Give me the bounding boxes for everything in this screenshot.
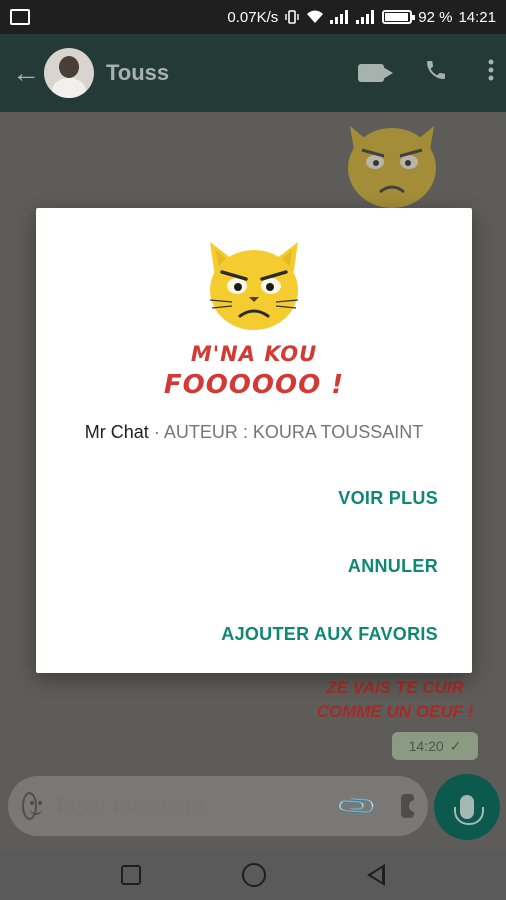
signal-icon	[330, 10, 350, 24]
sticker-caption-line-1: M'NA KOU	[190, 342, 318, 366]
message-time: 14:20	[408, 738, 444, 754]
pack-author: AUTEUR : KOURA TOUSSAINT	[163, 422, 424, 442]
video-call-icon[interactable]	[358, 64, 393, 82]
home-icon[interactable]	[241, 863, 266, 887]
network-speed: 0.07K/s	[227, 8, 279, 26]
camera-icon[interactable]	[401, 794, 421, 818]
chat-title[interactable]: Touss	[106, 60, 169, 86]
status-bar: 0.07K/s 92 % 14:21	[0, 0, 506, 34]
mic-icon	[454, 795, 484, 825]
add-to-favorites-button[interactable]: AJOUTER AUX FAVORIS	[221, 624, 438, 645]
clock: 14:21	[458, 8, 496, 26]
message-time-bubble: 14:20 ✓	[392, 732, 478, 760]
battery-icon	[382, 10, 416, 24]
signal-2-icon	[356, 10, 376, 24]
wifi-icon	[306, 10, 324, 24]
received-sticker-text[interactable]: ZE VAIS TE CUIR COMME UN OEUF !	[300, 676, 490, 724]
battery-level: 92 %	[418, 8, 453, 26]
sticker-text-line-1: ZE VAIS TE CUIR	[326, 678, 464, 697]
phone-icon[interactable]	[424, 58, 448, 88]
cat-sticker-image[interactable]	[342, 116, 442, 211]
header-actions	[358, 58, 494, 88]
chat-header: ← Touss	[0, 34, 506, 112]
sticker-dialog: M'NA KOU FOOOOOO ! Mr Chat · AUTEUR : KO…	[36, 208, 472, 673]
vibrate-icon	[284, 9, 300, 25]
sticker-text-line-2: COMME UN OEUF !	[316, 702, 474, 721]
pack-name: Mr Chat	[84, 422, 149, 442]
angry-cat-sticker-image	[209, 242, 299, 330]
cast-icon	[10, 9, 30, 25]
system-back-icon[interactable]	[367, 864, 386, 886]
message-input[interactable]	[52, 793, 341, 819]
status-right: 0.07K/s 92 % 14:21	[227, 9, 496, 26]
system-nav-bar	[0, 850, 506, 900]
check-icon: ✓	[449, 737, 462, 754]
more-options-icon[interactable]	[488, 58, 494, 88]
mic-button[interactable]	[434, 774, 500, 840]
message-input-bar: 📎	[8, 776, 428, 836]
back-arrow-icon[interactable]: ←	[12, 57, 42, 89]
emoji-icon[interactable]	[22, 792, 42, 820]
recent-apps-icon[interactable]	[120, 865, 141, 885]
avatar[interactable]	[44, 48, 94, 98]
separator: ·	[153, 422, 160, 442]
cancel-button[interactable]: ANNULER	[348, 556, 438, 577]
attach-icon[interactable]: 📎	[335, 784, 380, 829]
sticker-caption-line-2: FOOOOOO !	[163, 370, 345, 400]
sticker-caption: M'NA KOU FOOOOOO !	[36, 340, 472, 402]
sticker-pack-info: Mr Chat · AUTEUR : KOURA TOUSSAINT	[36, 422, 472, 443]
voir-plus-button[interactable]: VOIR PLUS	[338, 488, 438, 509]
